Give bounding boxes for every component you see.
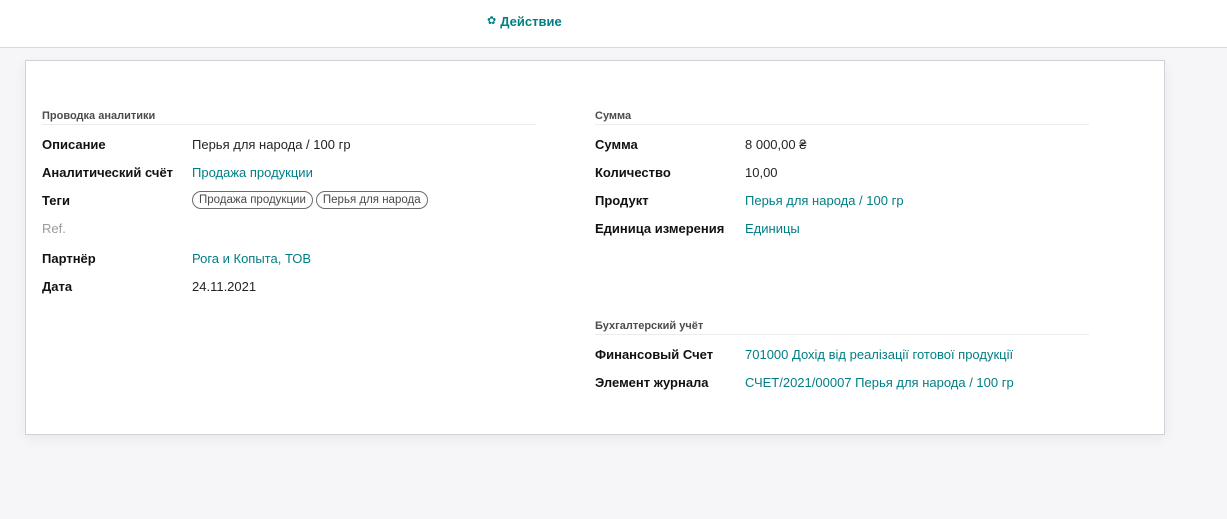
- tag-badge[interactable]: Перья для народа: [315, 191, 428, 209]
- journal-item-row: Элемент журнала СЧЕТ/2021/00007 Перья дл…: [595, 372, 1089, 392]
- quantity-row: Количество 10,00: [595, 162, 1089, 182]
- amount-label: Сумма: [595, 136, 638, 152]
- ref-label: Ref.: [42, 220, 66, 236]
- analytic-account-link[interactable]: Продажа продукции: [192, 165, 313, 180]
- uom-link[interactable]: Единицы: [745, 221, 800, 236]
- action-button[interactable]: ✿ Действие: [487, 13, 562, 30]
- gear-icon: ✿: [487, 15, 497, 27]
- date-label: Дата: [42, 278, 73, 294]
- description-row: Описание Перья для народа / 100 гр: [42, 134, 536, 154]
- accounting-group: Бухгалтерский учёт Финансовый Счет 70100…: [595, 320, 1089, 400]
- financial-account-label: Финансовый Счет: [595, 346, 714, 362]
- control-panel: ✿ Действие: [0, 0, 1227, 48]
- date-row: Дата 24.11.2021: [42, 276, 536, 296]
- description-field[interactable]: Перья для народа / 100 гр: [192, 137, 351, 152]
- amount-group: Сумма Сумма 8 000,00 ₴ Количество 10,00 …: [595, 110, 1089, 250]
- uom-label: Единица измерения: [595, 220, 725, 236]
- journal-item-label: Элемент журнала: [595, 374, 709, 390]
- form-sheet: Проводка аналитики Описание Перья для на…: [25, 60, 1165, 435]
- group-title: Бухгалтерский учёт: [595, 320, 1089, 335]
- amount-field[interactable]: 8 000,00 ₴: [745, 137, 806, 152]
- description-label: Описание: [42, 136, 106, 152]
- product-link[interactable]: Перья для народа / 100 гр: [745, 193, 904, 208]
- analytic-account-row: Аналитический счёт Продажа продукции: [42, 162, 536, 182]
- partner-row: Партнёр Рога и Копыта, ТОВ: [42, 248, 536, 268]
- analytic-line-group: Проводка аналитики Описание Перья для на…: [42, 110, 536, 350]
- tags-list: Продажа продукции Перья для народа: [192, 191, 428, 209]
- tag-badge[interactable]: Продажа продукции: [192, 191, 313, 209]
- quantity-field[interactable]: 10,00: [745, 165, 778, 180]
- product-row: Продукт Перья для народа / 100 гр: [595, 190, 1089, 210]
- product-label: Продукт: [595, 192, 649, 208]
- tags-label: Теги: [42, 192, 70, 208]
- partner-link[interactable]: Рога и Копыта, ТОВ: [192, 251, 311, 266]
- amount-row: Сумма 8 000,00 ₴: [595, 134, 1089, 154]
- uom-row: Единица измерения Единицы: [595, 218, 1089, 238]
- tags-row: Теги Продажа продукции Перья для народа: [42, 190, 536, 210]
- journal-item-link[interactable]: СЧЕТ/2021/00007 Перья для народа / 100 г…: [745, 375, 1014, 390]
- group-title: Сумма: [595, 110, 1089, 125]
- analytic-account-label: Аналитический счёт: [42, 164, 174, 180]
- group-title: Проводка аналитики: [42, 110, 536, 125]
- date-field[interactable]: 24.11.2021: [192, 279, 256, 294]
- partner-label: Партнёр: [42, 250, 96, 266]
- financial-account-row: Финансовый Счет 701000 Дохід від реаліза…: [595, 344, 1089, 364]
- ref-row: Ref.: [42, 218, 536, 238]
- financial-account-link[interactable]: 701000 Дохід від реалізації готової прод…: [745, 347, 1013, 362]
- action-button-label: Действие: [500, 14, 562, 29]
- quantity-label: Количество: [595, 164, 671, 180]
